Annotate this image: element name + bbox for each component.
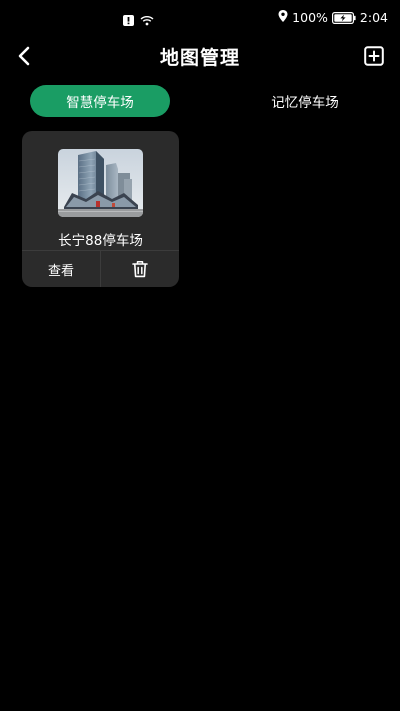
- header: 地图管理: [0, 36, 400, 76]
- parking-lot-card[interactable]: 长宁88停车场 查看: [22, 131, 179, 287]
- status-icons-right: 100% 2:04: [278, 10, 388, 25]
- parking-lot-name: 长宁88停车场: [58, 233, 143, 249]
- page-title: 地图管理: [159, 47, 240, 69]
- add-square-icon: [364, 46, 384, 66]
- clock: 2:04: [359, 10, 388, 25]
- parking-type-tabs: 智慧停车场 记忆停车场: [30, 85, 380, 117]
- tab-smart-parking[interactable]: 智慧停车场: [30, 85, 170, 117]
- card-actions: 查看: [22, 250, 179, 287]
- alert-box-icon: [123, 11, 134, 30]
- status-icons-left: [123, 11, 154, 30]
- trash-icon: [132, 261, 148, 278]
- parking-lot-thumbnail: [58, 149, 143, 217]
- tab-memory-parking[interactable]: 记忆停车场: [235, 85, 375, 117]
- battery-percent: 100%: [292, 10, 328, 25]
- map-management-screen: 100% 2:04 地图管理 智慧停车场 记忆停车场 长宁88停车场 查看: [0, 0, 400, 711]
- location-pin-icon: [278, 10, 288, 25]
- add-map-button[interactable]: [362, 44, 386, 68]
- delete-button[interactable]: [100, 251, 179, 287]
- wifi-icon: [140, 11, 154, 30]
- battery-charging-icon: [331, 11, 356, 24]
- view-button[interactable]: 查看: [22, 251, 100, 287]
- status-bar: 100% 2:04: [0, 0, 400, 36]
